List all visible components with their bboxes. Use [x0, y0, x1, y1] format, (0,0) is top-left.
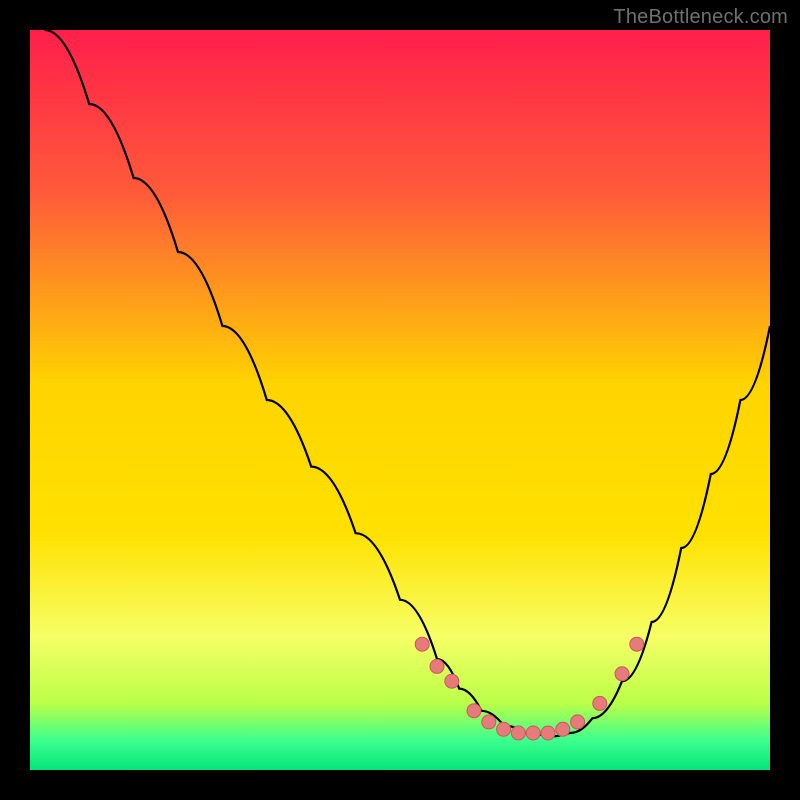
marker-dot [415, 637, 429, 651]
curve-line [45, 30, 770, 737]
marker-dot [615, 667, 629, 681]
plot-svg [30, 30, 770, 770]
marker-dot [497, 722, 511, 736]
marker-dot [467, 704, 481, 718]
marker-dot [593, 696, 607, 710]
marker-dot [445, 674, 459, 688]
highlight-markers [415, 637, 644, 740]
marker-dot [571, 715, 585, 729]
marker-dot [482, 715, 496, 729]
chart-root: TheBottleneck.com [0, 0, 800, 800]
marker-dot [526, 726, 540, 740]
marker-dot [630, 637, 644, 651]
marker-dot [556, 722, 570, 736]
marker-dot [430, 659, 444, 673]
marker-dot [511, 726, 525, 740]
watermark-text: TheBottleneck.com [613, 6, 788, 29]
marker-dot [541, 726, 555, 740]
